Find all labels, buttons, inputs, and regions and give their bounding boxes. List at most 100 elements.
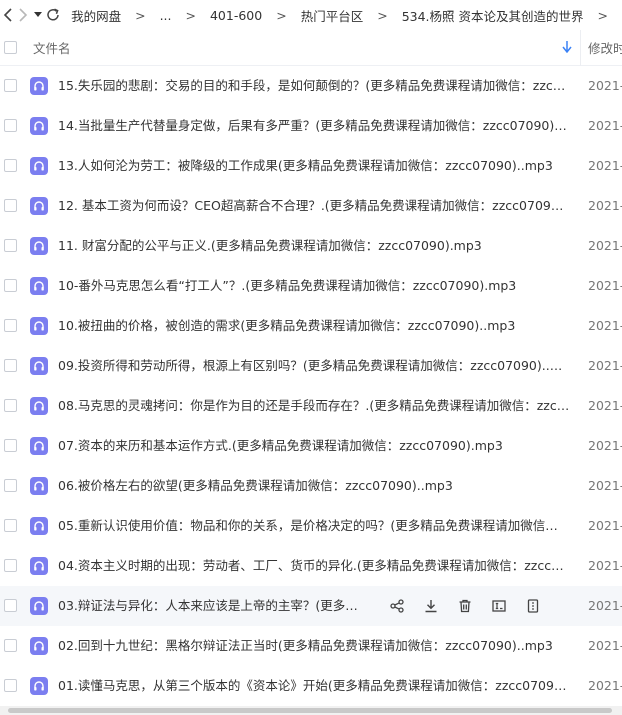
modified-time: 2021-0 — [588, 198, 622, 213]
file-name[interactable]: 08.马克思的灵魂拷问：你是作为目的还是手段而存在？.(更多精品免费课程请加微信… — [58, 397, 570, 415]
delete-icon[interactable] — [455, 596, 475, 616]
horizontal-scrollbar[interactable] — [0, 706, 622, 715]
audio-file-icon — [30, 517, 48, 535]
modified-time: 2021-0 — [588, 598, 622, 613]
row-checkbox[interactable] — [4, 519, 17, 532]
row-checkbox[interactable] — [4, 199, 17, 212]
file-name[interactable]: 14.当批量生产代替量身定做，后果有多严重？(更多精品免费课程请加微信：zzcc… — [58, 117, 570, 135]
select-all-checkbox[interactable] — [4, 41, 17, 54]
file-name[interactable]: 10.被扭曲的价格，被创造的需求(更多精品免费课程请加微信：zzcc07090)… — [58, 317, 570, 335]
file-name[interactable]: 15.失乐园的悲剧：交易的目的和手段，是如何颠倒的？(更多精品免费课程请加微信：… — [58, 77, 570, 95]
breadcrumb-item[interactable]: 我的网盘 — [71, 6, 121, 25]
file-name[interactable]: 13.人如何沦为劳工：被降级的工作成果(更多精品免费课程请加微信：zzcc070… — [58, 157, 570, 175]
breadcrumb-separator: > — [597, 7, 608, 23]
row-checkbox[interactable] — [4, 599, 17, 612]
file-name[interactable]: 02.回到十九世纪：黑格尔辩证法正当时(更多精品免费课程请加微信：zzcc070… — [58, 637, 570, 655]
file-row[interactable]: 14.当批量生产代替量身定做，后果有多严重？(更多精品免费课程请加微信：zzcc… — [0, 106, 622, 146]
file-row[interactable]: 06.被价格左右的欲望(更多精品免费课程请加微信：zzcc07090)..mp3… — [0, 466, 622, 506]
modified-time: 2021-0 — [588, 158, 622, 173]
history-dropdown-button[interactable] — [31, 0, 46, 30]
modified-time: 2021-0 — [588, 678, 622, 693]
audio-file-icon — [30, 317, 48, 335]
breadcrumb-separator: > — [185, 7, 196, 23]
audio-file-icon — [30, 77, 48, 95]
file-name[interactable]: 10-番外马克思怎么看“打工人”？.(更多精品免费课程请加微信：zzcc0709… — [58, 277, 570, 295]
row-checkbox[interactable] — [4, 119, 17, 132]
file-name[interactable]: 05.重新认识使用价值：物品和你的关系，是价格决定的吗？(更多精品免费课程请加微… — [58, 517, 570, 535]
file-name[interactable]: 12. 基本工资为何而设？CEO超高薪合不合理？.(更多精品免费课程请加微信：z… — [58, 197, 570, 215]
row-checkbox[interactable] — [4, 559, 17, 572]
file-row[interactable]: 13.人如何沦为劳工：被降级的工作成果(更多精品免费课程请加微信：zzcc070… — [0, 146, 622, 186]
audio-file-icon — [30, 277, 48, 295]
breadcrumb-item[interactable]: 534.杨照 资本论及其创造的世界 — [402, 6, 584, 25]
file-name[interactable]: 03.辩证法与异化：人本来应该是上帝的主宰？(更多精品免费课程请加微信：zzcc… — [58, 597, 364, 615]
row-checkbox[interactable] — [4, 359, 17, 372]
file-row[interactable]: 02.回到十九世纪：黑格尔辩证法正当时(更多精品免费课程请加微信：zzcc070… — [0, 626, 622, 666]
file-name[interactable]: 11. 财富分配的公平与正义.(更多精品免费课程请加微信：zzcc07090).… — [58, 237, 570, 255]
audio-file-icon — [30, 557, 48, 575]
download-icon[interactable] — [421, 596, 441, 616]
row-checkbox[interactable] — [4, 439, 17, 452]
row-checkbox[interactable] — [4, 399, 17, 412]
audio-file-icon — [30, 157, 48, 175]
file-row[interactable]: 03.辩证法与异化：人本来应该是上帝的主宰？(更多精品免费课程请加微信：zzcc… — [0, 586, 622, 626]
row-checkbox[interactable] — [4, 239, 17, 252]
more-icon[interactable] — [523, 596, 543, 616]
audio-file-icon — [30, 357, 48, 375]
file-name[interactable]: 09.投资所得和劳动所得，根源上有区别吗？(更多精品免费课程请加微信：zzcc0… — [58, 357, 570, 375]
toolbar: 我的网盘 >... >401-600 > 热门平台区 >534.杨照 资本论及其创造的世界… — [0, 0, 622, 30]
breadcrumb-item[interactable]: 401-600 — [210, 8, 262, 23]
row-checkbox[interactable] — [4, 479, 17, 492]
share-icon[interactable] — [387, 596, 407, 616]
file-name[interactable]: 06.被价格左右的欲望(更多精品免费课程请加微信：zzcc07090)..mp3 — [58, 477, 570, 495]
refresh-button[interactable] — [46, 0, 61, 30]
refresh-icon — [47, 8, 60, 21]
modified-time: 2021-0 — [588, 78, 622, 93]
file-name[interactable]: 04.资本主义时期的出现：劳动者、工厂、货币的异化.(更多精品免费课程请加微信：… — [58, 557, 570, 575]
modified-time: 2021-0 — [588, 238, 622, 253]
audio-file-icon — [30, 477, 48, 495]
audio-file-icon — [30, 197, 48, 215]
sort-down-icon[interactable] — [562, 41, 572, 53]
modified-time-column-header[interactable]: 修改时 — [588, 38, 622, 57]
file-row[interactable]: 09.投资所得和劳动所得，根源上有区别吗？(更多精品免费课程请加微信：zzcc0… — [0, 346, 622, 386]
modified-time: 2021-0 — [588, 118, 622, 133]
back-button[interactable] — [0, 0, 15, 30]
file-row[interactable]: 04.资本主义时期的出现：劳动者、工厂、货币的异化.(更多精品免费课程请加微信：… — [0, 546, 622, 586]
row-checkbox[interactable] — [4, 279, 17, 292]
chevron-left-icon — [3, 8, 12, 22]
name-column-header[interactable]: 文件名 — [33, 38, 71, 57]
file-row[interactable]: 08.马克思的灵魂拷问：你是作为目的还是手段而存在？.(更多精品免费课程请加微信… — [0, 386, 622, 426]
scrollbar-thumb[interactable] — [8, 708, 612, 713]
file-list: 15.失乐园的悲剧：交易的目的和手段，是如何颠倒的？(更多精品免费课程请加微信：… — [0, 66, 622, 706]
file-row[interactable]: 15.失乐园的悲剧：交易的目的和手段，是如何颠倒的？(更多精品免费课程请加微信：… — [0, 66, 622, 106]
rename-icon[interactable] — [489, 596, 509, 616]
row-actions — [387, 596, 557, 616]
breadcrumb-separator: > — [377, 7, 388, 23]
file-row[interactable]: 12. 基本工资为何而设？CEO超高薪合不合理？.(更多精品免费课程请加微信：z… — [0, 186, 622, 226]
breadcrumb-separator: > — [276, 7, 287, 23]
file-name[interactable]: 01.读懂马克思，从第三个版本的《资本论》开始(更多精品免费课程请加微信：zzc… — [58, 677, 570, 695]
modified-time: 2021-0 — [588, 398, 622, 413]
breadcrumb-item[interactable]: ... — [160, 8, 172, 23]
file-row[interactable]: 10.被扭曲的价格，被创造的需求(更多精品免费课程请加微信：zzcc07090)… — [0, 306, 622, 346]
forward-button[interactable] — [15, 0, 30, 30]
audio-file-icon — [30, 437, 48, 455]
row-checkbox[interactable] — [4, 159, 17, 172]
row-checkbox[interactable] — [4, 79, 17, 92]
file-row[interactable]: 10-番外马克思怎么看“打工人”？.(更多精品免费课程请加微信：zzcc0709… — [0, 266, 622, 306]
modified-time: 2021-0 — [588, 638, 622, 653]
file-row[interactable]: 11. 财富分配的公平与正义.(更多精品免费课程请加微信：zzcc07090).… — [0, 226, 622, 266]
file-row[interactable]: 07.资本的来历和基本运作方式.(更多精品免费课程请加微信：zzcc07090)… — [0, 426, 622, 466]
breadcrumb: 我的网盘 >... >401-600 > 热门平台区 >534.杨照 资本论及其创造的世界… — [71, 6, 622, 25]
file-row[interactable]: 05.重新认识使用价值：物品和你的关系，是价格决定的吗？(更多精品免费课程请加微… — [0, 506, 622, 546]
file-row[interactable]: 01.读懂马克思，从第三个版本的《资本论》开始(更多精品免费课程请加微信：zzc… — [0, 666, 622, 706]
file-name[interactable]: 07.资本的来历和基本运作方式.(更多精品免费课程请加微信：zzcc07090)… — [58, 437, 570, 455]
row-checkbox[interactable] — [4, 639, 17, 652]
breadcrumb-item[interactable]: 热门平台区 — [301, 6, 364, 25]
audio-file-icon — [30, 397, 48, 415]
column-divider[interactable] — [580, 30, 581, 66]
row-checkbox[interactable] — [4, 679, 17, 692]
row-checkbox[interactable] — [4, 319, 17, 332]
audio-file-icon — [30, 117, 48, 135]
